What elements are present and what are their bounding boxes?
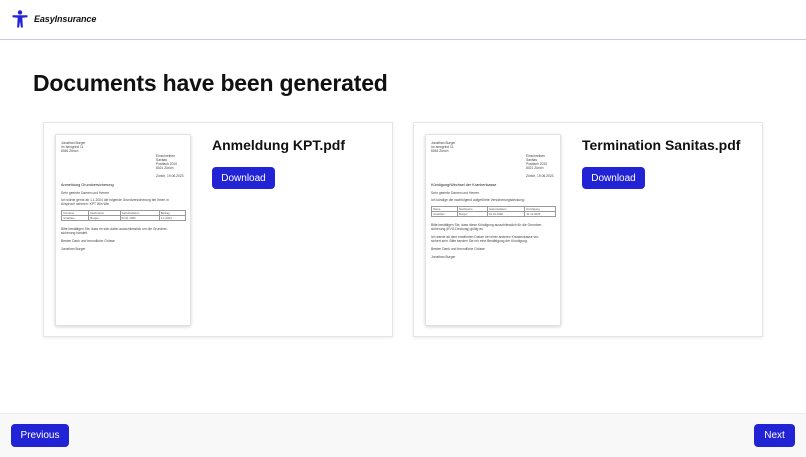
previous-button[interactable]: Previous xyxy=(11,424,69,447)
brand-name: EasyInsurance xyxy=(34,14,97,24)
preview-cell: 1.1.2024 xyxy=(158,215,187,221)
preview-cell: Jonathan xyxy=(60,215,90,221)
download-button[interactable]: Download xyxy=(212,167,275,189)
preview-text: Zürich, 19.06.2023 xyxy=(526,174,554,178)
next-button[interactable]: Next xyxy=(754,424,795,447)
page-title: Documents have been generated xyxy=(33,70,388,96)
document-preview[interactable]: Jonathan Burger Im Isengrind 11 8046 Zür… xyxy=(55,134,191,326)
document-preview[interactable]: Jonathan Burger Im Isengrind 11 8046 Zür… xyxy=(425,134,561,326)
preview-text: 8046 Zürich xyxy=(431,149,449,153)
preview-text: Sehr geehrte Damen und Herren xyxy=(61,191,110,195)
preview-table: Vorname Nachname Geburtsdatum Beitrag Jo… xyxy=(60,210,187,221)
preview-cell: Jonathan xyxy=(430,211,459,217)
document-filename: Anmeldung KPT.pdf xyxy=(212,137,345,153)
top-bar: EasyInsurance xyxy=(0,0,806,40)
preview-text: 8021 Zürich xyxy=(526,166,544,170)
preview-text: Besten Dank und freundliche Grüsse xyxy=(61,239,115,243)
document-filename: Termination Sanitas.pdf xyxy=(582,137,741,153)
preview-cell: 01.01.1990 xyxy=(119,215,160,221)
preview-table: Name Nachname Geburtsdatum Kündigung Jon… xyxy=(430,206,556,217)
person-figure-icon xyxy=(12,10,28,28)
download-button[interactable]: Download xyxy=(582,167,645,189)
brand-logo[interactable]: EasyInsurance xyxy=(12,10,96,28)
preview-text: 8021 Zürich xyxy=(156,166,174,170)
preview-text: Anmeldung Grundversicherung xyxy=(61,183,114,187)
document-card: Jonathan Burger Im Isengrind 11 8046 Zür… xyxy=(43,122,393,337)
preview-cell: 31.12.2023 xyxy=(524,211,556,217)
preview-text: Jonathan Burger xyxy=(431,255,456,259)
preview-text: Besten Dank und freundliche Grüsse xyxy=(431,247,485,251)
preview-text: sichert sein. Bitte senden Sie mir eine … xyxy=(431,239,528,243)
footer-bar: Previous Next xyxy=(0,413,806,457)
preview-text: sicherung (KVG-Deckung) gültig ist. xyxy=(431,227,484,231)
preview-cell: Burger xyxy=(457,211,488,217)
preview-text: Anspruch nehmen: KPT Win Win xyxy=(61,202,110,206)
preview-cell: 01.01.1990 xyxy=(486,211,526,217)
preview-text: Zürich, 19.06.2023 xyxy=(156,174,184,178)
preview-text: Ich kündige die nachfolgend aufgeführte … xyxy=(431,198,525,202)
preview-text: 8046 Zürich xyxy=(61,149,79,153)
preview-text: Sehr geehrte Damen und Herren xyxy=(431,191,480,195)
preview-text: Jonathan Burger xyxy=(61,247,86,251)
document-card: Jonathan Burger Im Isengrind 11 8046 Zür… xyxy=(413,122,763,337)
preview-cell: Burger xyxy=(88,215,121,221)
preview-text: sicherung handelt. xyxy=(61,231,88,235)
preview-text: Kündigung/Wechsel der Krankenkasse xyxy=(431,183,497,187)
